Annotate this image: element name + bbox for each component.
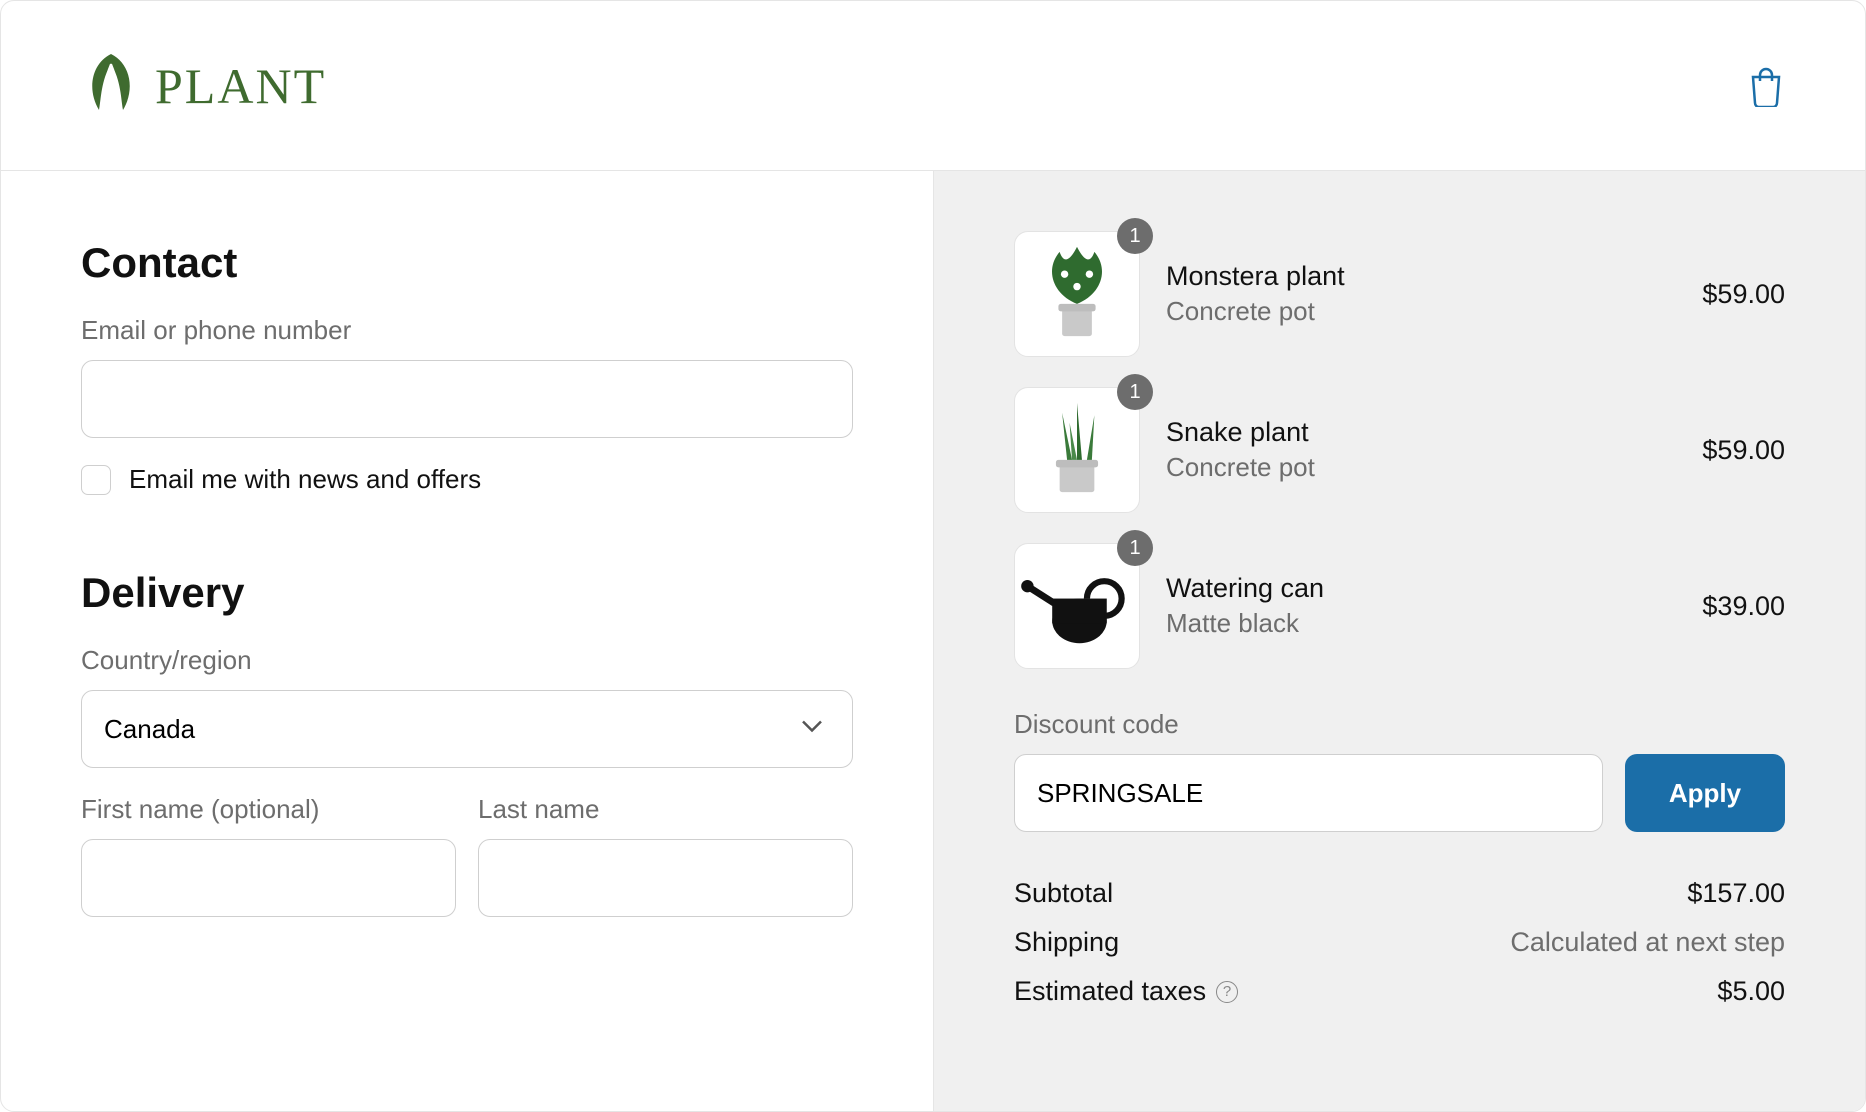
cart-item: 1 Watering can Matte black $39.00 <box>1014 543 1785 669</box>
discount-label: Discount code <box>1014 709 1785 740</box>
news-checkbox-row[interactable]: Email me with news and offers <box>81 464 853 495</box>
cart-item-variant: Concrete pot <box>1166 296 1676 327</box>
shipping-value: Calculated at next step <box>1510 927 1785 958</box>
cart-item-price: $59.00 <box>1702 279 1785 310</box>
subtotal-value: $157.00 <box>1687 878 1785 909</box>
help-icon[interactable]: ? <box>1216 981 1238 1003</box>
header: PLANT <box>1 1 1865 171</box>
email-label: Email or phone number <box>81 315 853 346</box>
cart-item-name: Watering can <box>1166 573 1676 604</box>
shopping-bag-icon[interactable] <box>1747 65 1785 107</box>
taxes-row: Estimated taxes ? $5.00 <box>1014 976 1785 1007</box>
cart-item-meta: Monstera plant Concrete pot <box>1166 261 1676 327</box>
cart-item-price: $39.00 <box>1702 591 1785 622</box>
taxes-label: Estimated taxes <box>1014 976 1206 1007</box>
country-select[interactable] <box>81 690 853 768</box>
apply-button[interactable]: Apply <box>1625 754 1785 832</box>
subtotal-label: Subtotal <box>1014 878 1113 909</box>
leaf-icon <box>81 50 141 121</box>
discount-section: Discount code Apply <box>1014 709 1785 832</box>
discount-input[interactable] <box>1014 754 1603 832</box>
totals-section: Subtotal $157.00 Shipping Calculated at … <box>1014 878 1785 1007</box>
cart-item-thumbnail: 1 <box>1014 387 1140 513</box>
form-panel: Contact Email or phone number Email me w… <box>1 171 933 1111</box>
shipping-label: Shipping <box>1014 927 1119 958</box>
cart-item-thumbnail: 1 <box>1014 231 1140 357</box>
cart-item: 1 Snake plant Concrete pot $59.00 <box>1014 387 1785 513</box>
news-checkbox-label: Email me with news and offers <box>129 464 481 495</box>
quantity-badge: 1 <box>1117 374 1153 410</box>
checkout-window: PLANT Contact Email or phone number Emai… <box>0 0 1866 1112</box>
contact-section: Contact Email or phone number Email me w… <box>81 239 853 495</box>
brand-name: PLANT <box>155 57 326 115</box>
quantity-badge: 1 <box>1117 530 1153 566</box>
cart-items-list: 1 Monstera plant Concrete pot $59.00 1 Snake … <box>1014 231 1785 669</box>
taxes-value: $5.00 <box>1717 976 1785 1007</box>
last-name-label: Last name <box>478 794 853 825</box>
cart-item-variant: Concrete pot <box>1166 452 1676 483</box>
cart-item: 1 Monstera plant Concrete pot $59.00 <box>1014 231 1785 357</box>
cart-item-meta: Snake plant Concrete pot <box>1166 417 1676 483</box>
subtotal-row: Subtotal $157.00 <box>1014 878 1785 909</box>
main-area: Contact Email or phone number Email me w… <box>1 171 1865 1111</box>
contact-heading: Contact <box>81 239 853 287</box>
cart-item-variant: Matte black <box>1166 608 1676 639</box>
order-summary-panel: 1 Monstera plant Concrete pot $59.00 1 Snake … <box>933 171 1865 1111</box>
delivery-section: Delivery Country/region First name (opti… <box>81 569 853 917</box>
cart-item-price: $59.00 <box>1702 435 1785 466</box>
cart-item-name: Monstera plant <box>1166 261 1676 292</box>
news-checkbox[interactable] <box>81 465 111 495</box>
cart-item-thumbnail: 1 <box>1014 543 1140 669</box>
country-label: Country/region <box>81 645 853 676</box>
first-name-field[interactable] <box>81 839 456 917</box>
last-name-field[interactable] <box>478 839 853 917</box>
brand-logo[interactable]: PLANT <box>81 50 326 121</box>
delivery-heading: Delivery <box>81 569 853 617</box>
shipping-row: Shipping Calculated at next step <box>1014 927 1785 958</box>
first-name-label: First name (optional) <box>81 794 456 825</box>
email-field[interactable] <box>81 360 853 438</box>
cart-item-name: Snake plant <box>1166 417 1676 448</box>
cart-item-meta: Watering can Matte black <box>1166 573 1676 639</box>
quantity-badge: 1 <box>1117 218 1153 254</box>
